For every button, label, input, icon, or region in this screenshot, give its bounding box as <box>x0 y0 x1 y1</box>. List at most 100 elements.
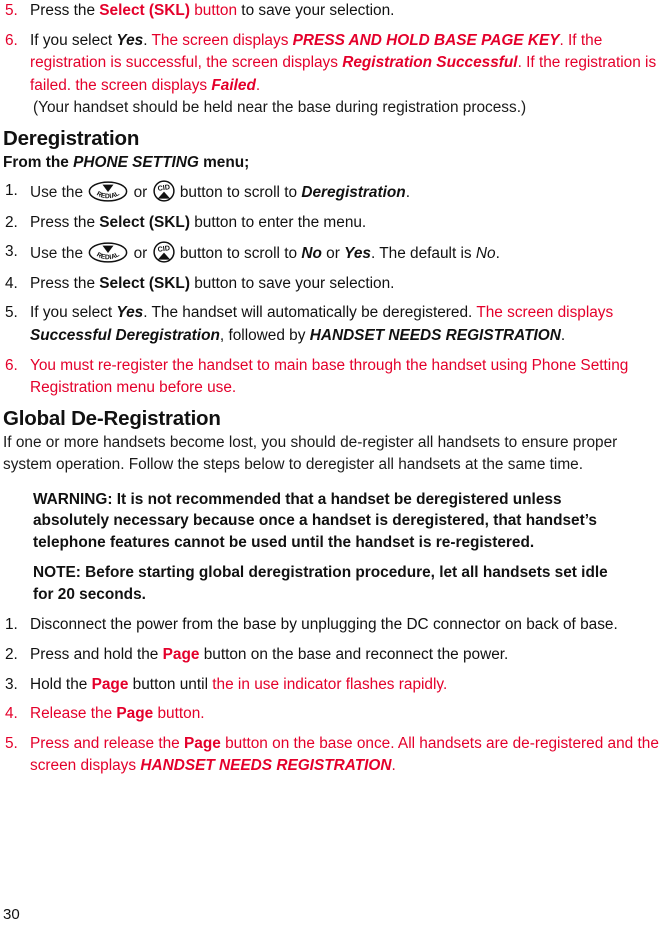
list-item-text: Disconnect the power from the base by un… <box>30 614 666 637</box>
list-item-number: 6. <box>5 356 18 374</box>
body-text: , followed by <box>219 326 310 344</box>
global-deregistration-intro: If one or more handsets become lost, you… <box>3 433 618 474</box>
redial-button-icon[interactable]: REDIAL <box>88 242 128 263</box>
note-callout: NOTE: Before starting global deregistrat… <box>33 564 608 603</box>
body-text: Disconnect the power from the base by un… <box>30 616 618 634</box>
subheading-prefix: From the <box>3 153 74 171</box>
list-item-number: 1. <box>5 616 18 634</box>
body-text: button to save your selection. <box>189 274 395 292</box>
emphasis-text: Successful Deregistration <box>30 326 220 344</box>
list-item: 2. Press the Select (SKL) button to ente… <box>2 212 666 235</box>
body-text: If you select <box>30 304 117 322</box>
deregistration-steps: 1. Use the REDIAL or CID button to scrol… <box>2 180 666 400</box>
list-item: 5. Press and release the Page button on … <box>2 733 666 778</box>
list-item-continuation: (Your handset should be held near the ba… <box>33 99 527 117</box>
list-item: 3. Use the REDIAL or CID button to scrol… <box>2 241 666 266</box>
body-text: . <box>143 31 152 49</box>
body-text: Release the <box>30 705 117 723</box>
body-text: Hold the <box>30 675 92 693</box>
emphasis-text: Select (SKL) <box>99 274 190 292</box>
cid-button-icon[interactable]: CID <box>152 241 175 263</box>
warning-callout: WARNING: It is not recommended that a ha… <box>33 490 597 551</box>
list-item-text: Use the REDIAL or CID button to scroll t… <box>30 180 666 205</box>
manual-page: 5. Press the Select (SKL) button to save… <box>0 0 672 930</box>
emphasis-text: Page <box>162 646 200 663</box>
emphasis-text: Yes <box>344 245 371 263</box>
redial-button-icon[interactable]: REDIAL <box>88 181 128 202</box>
body-text: Press and hold the <box>30 646 163 663</box>
list-item: 1. Disconnect the power from the base by… <box>2 614 666 637</box>
step-text-prefix: Use the <box>30 183 88 201</box>
list-item: 6. You must re-register the handset to m… <box>2 355 666 400</box>
list-item-number: 2. <box>5 646 18 663</box>
body-text: If you select <box>30 31 117 49</box>
list-item-text: Release the Page button. <box>30 703 666 726</box>
body-text: . <box>405 183 410 201</box>
body-text: button <box>189 2 238 19</box>
list-item-number: 3. <box>5 675 18 693</box>
body-text: Press the <box>30 274 100 292</box>
emphasis-text: Select (SKL) <box>99 213 190 231</box>
list-item: 2. Press and hold the Page button on the… <box>2 644 666 667</box>
list-item-text: Press the Select (SKL) button to enter t… <box>30 212 666 235</box>
list-item: 1. Use the REDIAL or CID button to scrol… <box>2 180 666 205</box>
emphasis-text: Failed <box>211 76 256 94</box>
step-text-prefix: Use the <box>30 245 88 263</box>
emphasis-text: Yes <box>116 31 144 49</box>
list-item-text: Press and release the Page button on the… <box>30 733 666 778</box>
emphasis-text: Yes <box>116 304 144 322</box>
svg-text:CID: CID <box>157 182 171 193</box>
list-item: 4. Press the Select (SKL) button to save… <box>2 273 666 296</box>
list-item: 5. Press the Select (SKL) button to save… <box>2 0 666 23</box>
list-item-number: 5. <box>5 2 18 19</box>
body-text: Press and release the <box>30 734 184 752</box>
emphasis-text: PRESS AND HOLD BASE PAGE KEY <box>292 31 560 49</box>
list-item-number: 6. <box>5 31 18 49</box>
list-item-text: If you select Yes. The screen displays P… <box>30 30 666 98</box>
svg-text:CID: CID <box>157 243 171 254</box>
list-item: 3. Hold the Page button until the in use… <box>2 674 666 697</box>
body-text: . <box>255 76 261 94</box>
body-text: button until <box>128 675 213 693</box>
top-continued-list: 5. Press the Select (SKL) button to save… <box>2 0 666 120</box>
list-item-number: 5. <box>5 304 18 322</box>
section-heading-global-deregistration: Global De-Registration <box>3 406 221 430</box>
list-item-text: Hold the Page button until the in use in… <box>30 674 666 697</box>
emphasis-text: Deregistration <box>301 183 406 201</box>
emphasis-text: HANDSET NEEDS REGISTRATION <box>140 757 392 775</box>
step-text-suffix: button to scroll to No or Yes. The defau… <box>176 245 500 262</box>
body-text: button on the base and reconnect the pow… <box>199 646 509 663</box>
emphasis-text: Page <box>91 675 129 693</box>
emphasis-text: No <box>301 245 322 263</box>
body-text: . <box>391 757 396 775</box>
body-text: button to scroll to <box>175 245 302 263</box>
list-item-text: You must re-register the handset to main… <box>30 355 666 400</box>
deregistration-subheading: From the PHONE SETTING menu; <box>3 152 666 173</box>
body-text: . The handset will automatically be dere… <box>143 304 477 322</box>
list-item-number: 4. <box>5 705 18 723</box>
emphasis-text: Page <box>184 734 221 752</box>
page-number: 30 <box>3 906 20 923</box>
body-text: Press the <box>30 2 100 19</box>
step-text-conjunction: or <box>129 183 152 201</box>
body-text: to save your selection. <box>237 2 395 19</box>
list-item: 4. Release the Page button. <box>2 703 666 726</box>
section-heading-deregistration: Deregistration <box>3 126 140 150</box>
body-text: You must re-register the handset to main… <box>30 356 629 397</box>
list-item-number: 2. <box>5 213 18 231</box>
list-item-text: If you select Yes. The handset will auto… <box>30 302 666 347</box>
body-text: . <box>560 326 566 344</box>
emphasis-text: HANDSET NEEDS REGISTRATION <box>309 326 561 344</box>
body-text: The screen displays <box>476 304 614 322</box>
emphasis-text: Page <box>116 705 154 723</box>
emphasis-text: No <box>475 245 496 263</box>
step-text-suffix: button to scroll to Deregistration. <box>176 184 410 201</box>
cid-button-icon[interactable]: CID <box>152 180 175 202</box>
list-item-text: Press and hold the Page button on the ba… <box>30 644 666 667</box>
emphasis-text: Registration Successful <box>342 54 518 72</box>
list-item-number: 3. <box>5 243 18 261</box>
body-text: or <box>321 245 345 263</box>
list-item: 5. If you select Yes. The handset will a… <box>2 302 666 347</box>
list-item-text: Press the Select (SKL) button to save yo… <box>30 273 666 296</box>
body-text: . The default is <box>370 245 476 263</box>
